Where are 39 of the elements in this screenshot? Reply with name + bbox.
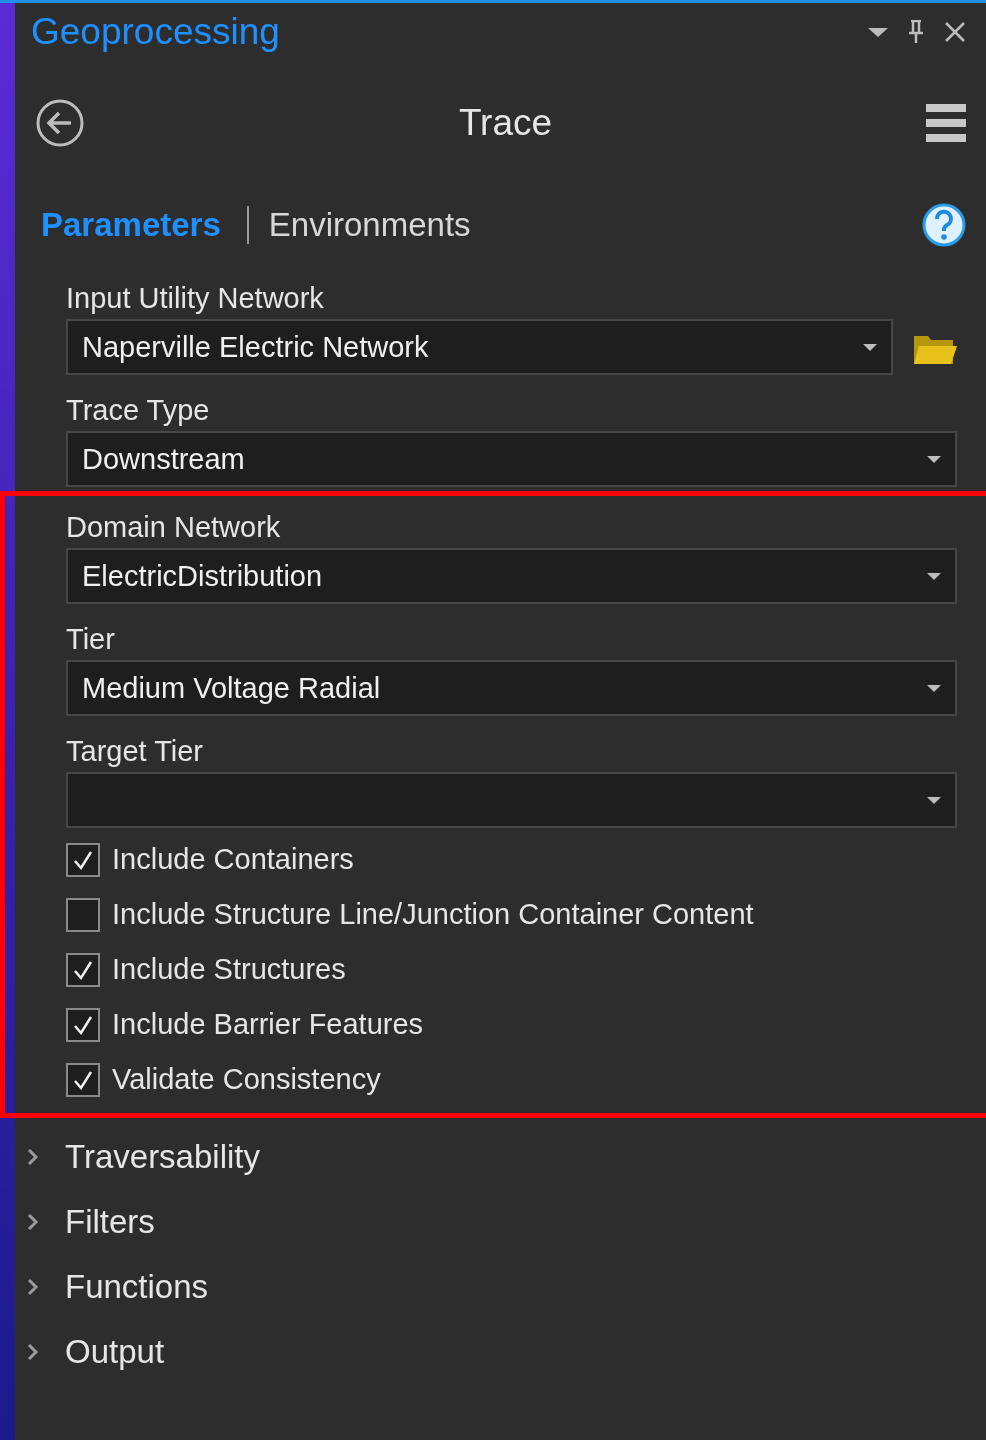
checkbox[interactable] — [66, 1062, 100, 1097]
caret-icon — [927, 796, 941, 804]
help-icon[interactable] — [922, 203, 966, 247]
panel-title: Geoprocessing — [31, 11, 281, 53]
group-header[interactable]: Traversability — [27, 1124, 986, 1189]
dropdown-field[interactable]: Medium Voltage Radial — [66, 660, 957, 716]
parameter-label: Target Tier — [66, 734, 203, 769]
parameter-label: Trace Type — [66, 393, 210, 428]
pin-icon[interactable] — [906, 20, 926, 44]
checkbox-label: Validate Consistency — [112, 1063, 381, 1096]
checkbox[interactable] — [66, 842, 100, 877]
caret-icon — [927, 684, 941, 692]
checkbox-label: Include Structure Line/Junction Container Content — [112, 898, 754, 931]
tab[interactable]: Parameters — [41, 206, 221, 244]
caret-icon — [863, 343, 877, 351]
back-icon[interactable] — [35, 98, 85, 148]
parameter-label: Tier — [66, 622, 115, 657]
checkbox-label: Include Structures — [112, 953, 346, 986]
dropdown-field[interactable] — [66, 772, 957, 828]
checkbox[interactable] — [66, 897, 100, 932]
dropdown-field[interactable]: ElectricDistribution — [66, 548, 957, 604]
group-header[interactable]: Output — [27, 1319, 986, 1384]
dropdown-icon[interactable] — [868, 27, 888, 37]
tool-title: Trace — [457, 102, 554, 144]
checkbox-label: Include Barrier Features — [112, 1008, 424, 1041]
close-icon[interactable] — [944, 21, 966, 43]
parameter-label: Domain Network — [66, 510, 281, 545]
checkbox-label: Include Containers — [112, 843, 354, 876]
checkbox[interactable] — [66, 952, 100, 987]
caret-icon — [927, 455, 941, 463]
dropdown-field[interactable]: Naperville Electric Network — [66, 319, 893, 375]
group-header[interactable]: Filters — [27, 1189, 986, 1254]
dropdown-field[interactable]: Downstream — [66, 431, 957, 487]
checkbox[interactable] — [66, 1007, 100, 1042]
caret-icon — [927, 572, 941, 580]
tab[interactable]: Environments — [268, 206, 471, 244]
group-header[interactable]: Functions — [27, 1254, 986, 1319]
menu-icon[interactable] — [926, 104, 966, 142]
parameter-label: Input Utility Network — [66, 281, 324, 316]
